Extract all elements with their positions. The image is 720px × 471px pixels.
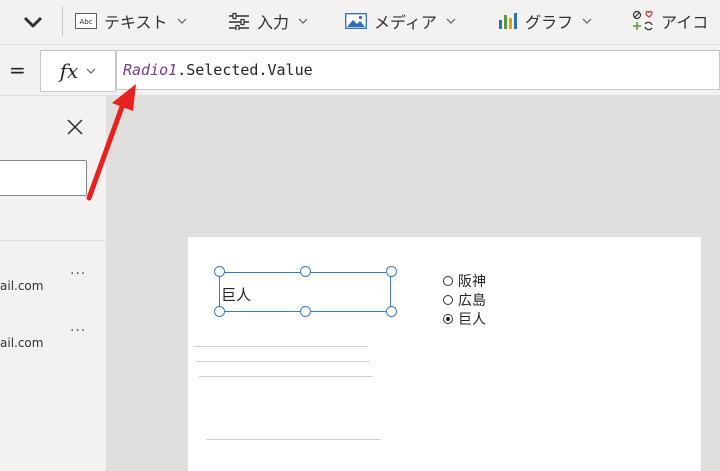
formula-bar: = fx Radio1 .Selected.Value [0, 45, 720, 96]
ribbon-chart-label: グラフ [525, 13, 574, 32]
radio-option-kyojin[interactable]: 巨人 [443, 309, 486, 329]
ribbon-input-label: 入力 [257, 13, 290, 32]
ribbon-separator [62, 6, 63, 36]
chart-icon [499, 13, 517, 29]
radio-button-selected [443, 314, 453, 324]
ribbon-media-menu[interactable]: メディア [345, 6, 456, 36]
gallery-divider [206, 439, 381, 440]
resize-handle[interactable] [300, 266, 311, 277]
ribbon-chart-menu[interactable]: グラフ [498, 6, 592, 36]
ribbon-text-menu[interactable]: Abc テキスト [75, 6, 187, 36]
left-side-panel: ail.com ··· ail.com ··· [0, 96, 106, 471]
ribbon-icons-menu[interactable]: アイコ [632, 6, 708, 36]
icons-icon [632, 10, 653, 31]
radio-button [443, 295, 453, 305]
property-equals-sign: = [9, 58, 26, 82]
gallery-divider [196, 361, 370, 362]
chevron-down-icon [86, 68, 96, 74]
collapse-ribbon-button[interactable] [14, 10, 52, 34]
media-image-icon [345, 13, 367, 29]
radio-option-hanshin[interactable]: 阪神 [443, 271, 486, 291]
chevron-down-icon [298, 18, 308, 24]
formula-control-name: Radio1 [123, 61, 178, 79]
panel-search-input[interactable] [0, 160, 87, 196]
more-options-button[interactable]: ··· [70, 266, 86, 282]
resize-handle[interactable] [214, 306, 225, 317]
ribbon-text-label: テキスト [104, 13, 168, 32]
chevron-down-icon [23, 16, 43, 28]
resize-handle[interactable] [386, 266, 397, 277]
ribbon-icons-label: アイコ [661, 13, 709, 32]
resize-handle[interactable] [300, 306, 311, 317]
insert-ribbon: Abc テキスト 入力 メディア グラフ アイコ [0, 0, 720, 45]
list-item-email: ail.com [0, 336, 44, 350]
text-label-icon: Abc [75, 13, 97, 29]
ribbon-media-label: メディア [374, 13, 437, 32]
radio-option-label: 阪神 [458, 274, 486, 290]
radio-option-label: 巨人 [458, 312, 486, 328]
more-options-button[interactable]: ··· [70, 323, 86, 339]
gallery-divider [199, 376, 373, 377]
ribbon-input-menu[interactable]: 入力 [228, 6, 308, 36]
resize-handle[interactable] [386, 306, 397, 317]
input-sliders-icon [229, 12, 249, 30]
close-icon[interactable] [66, 118, 84, 136]
radio-option-hiroshima[interactable]: 広島 [443, 290, 486, 310]
list-item-email: ail.com [0, 279, 44, 293]
radio-option-label: 広島 [458, 293, 486, 309]
panel-divider [0, 240, 106, 241]
text-input-value: 巨人 [221, 286, 252, 304]
fx-function-button[interactable]: fx [40, 50, 116, 92]
chevron-down-icon [446, 18, 456, 24]
chevron-down-icon [177, 18, 186, 24]
radio-button [443, 276, 453, 286]
resize-handle[interactable] [214, 266, 225, 277]
gallery-divider [194, 346, 368, 347]
formula-property-path: .Selected.Value [177, 61, 313, 79]
formula-input[interactable]: Radio1 .Selected.Value [116, 50, 720, 90]
text-icon-caption: Abc [79, 18, 92, 26]
fx-label: fx [59, 59, 79, 83]
chevron-down-icon [582, 18, 592, 24]
